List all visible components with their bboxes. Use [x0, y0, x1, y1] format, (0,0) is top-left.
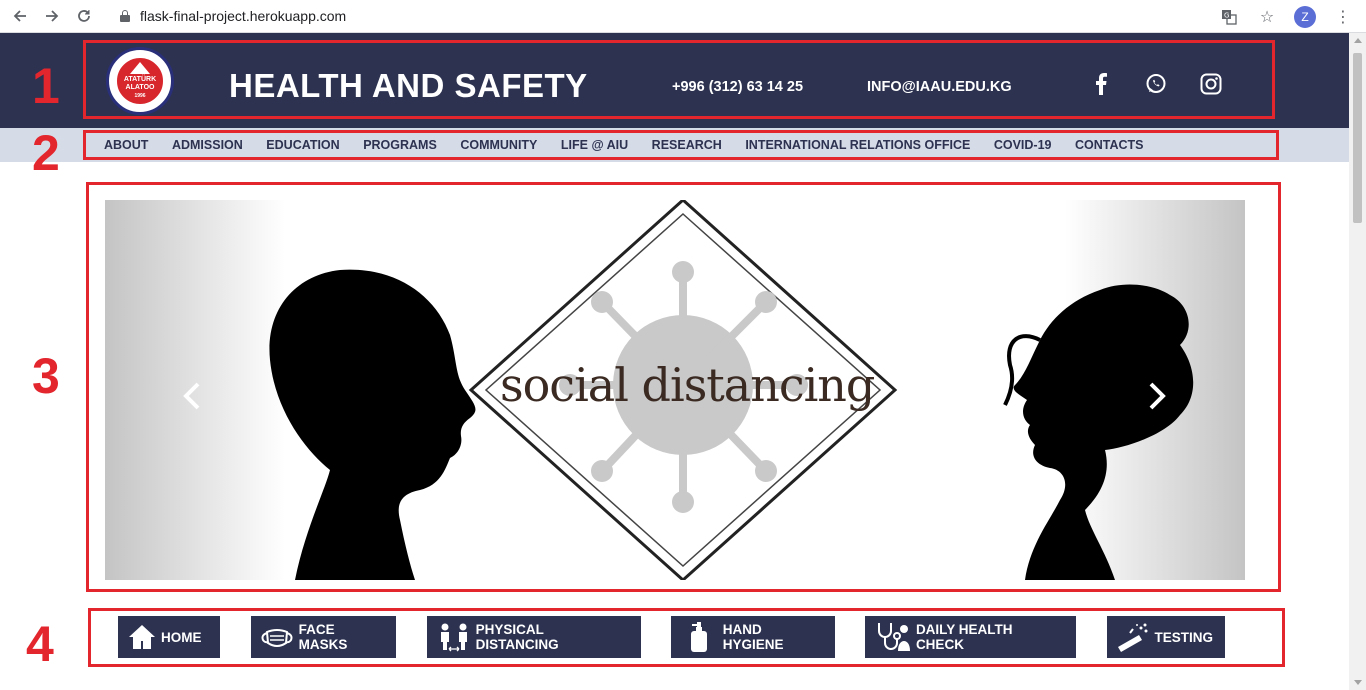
- translate-icon[interactable]: G: [1218, 6, 1240, 28]
- annotation-number-3: 3: [32, 348, 60, 404]
- scroll-thumb[interactable]: [1353, 53, 1362, 223]
- annotation-box-carousel: [86, 182, 1281, 592]
- scroll-up-icon[interactable]: [1354, 38, 1362, 43]
- annotation-box-menu: [83, 130, 1279, 160]
- address-bar[interactable]: flask-final-project.herokuapp.com: [110, 3, 1296, 29]
- lock-icon: [120, 10, 130, 22]
- back-icon[interactable]: [9, 5, 31, 27]
- forward-icon[interactable]: [41, 5, 63, 27]
- svg-text:G: G: [1224, 11, 1229, 19]
- scroll-down-icon[interactable]: [1354, 680, 1362, 685]
- annotation-number-2: 2: [32, 125, 60, 181]
- page-scrollbar[interactable]: [1349, 33, 1366, 690]
- annotation-number-1: 1: [32, 58, 60, 114]
- menu-kebab-icon[interactable]: ⋮: [1332, 6, 1354, 28]
- profile-avatar[interactable]: Z: [1294, 5, 1316, 28]
- annotation-box-topics: [88, 608, 1285, 667]
- bookmark-star-icon[interactable]: ☆: [1256, 6, 1278, 28]
- url-text: flask-final-project.herokuapp.com: [140, 8, 347, 24]
- page: ATATÜRK ALATOO 1996 HEALTH AND SAFETY +9…: [0, 33, 1349, 690]
- reload-icon[interactable]: [73, 5, 95, 27]
- browser-toolbar: flask-final-project.herokuapp.com G ☆ Z …: [0, 0, 1366, 33]
- annotation-box-header: [83, 40, 1275, 119]
- annotation-number-4: 4: [26, 616, 54, 672]
